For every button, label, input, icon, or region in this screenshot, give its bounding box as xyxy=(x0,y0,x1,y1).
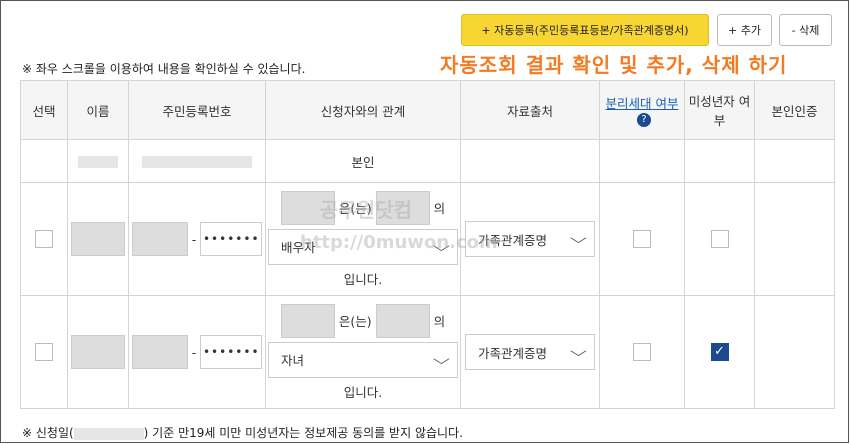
applicant-name-field[interactable] xyxy=(375,190,430,225)
redacted-name xyxy=(78,156,118,168)
table-header: 선택 이름 주민등록번호 신청자와의 관계 자료출처 분리세대 여부? 미성년자… xyxy=(20,80,835,140)
table-row: - ••••••• 은(는) 의 배우자 ⌵ 입니다. 가족관계증명 ⌵ xyxy=(20,182,835,296)
overlay-caption: 자동조회 결과 확인 및 추가, 삭제 하기 xyxy=(440,53,788,77)
applicant-name-field[interactable] xyxy=(375,303,430,338)
redacted-date xyxy=(73,427,144,440)
footer-note: ※ 신청일() 기준 만19세 미만 미성년자는 정보제공 동의를 받지 않습니… xyxy=(22,426,463,440)
header-rrn: 주민등록번호 xyxy=(128,80,266,140)
connector-ui: 의 xyxy=(433,314,446,329)
relation-suffix: 입니다. xyxy=(343,271,383,287)
chevron-down-icon: ⌵ xyxy=(433,238,451,255)
add-button[interactable]: + 추가 xyxy=(717,14,772,46)
chevron-down-icon: ⌵ xyxy=(433,351,451,368)
source-select[interactable]: 가족관계증명 ⌵ xyxy=(465,334,595,370)
chevron-down-icon: ⌵ xyxy=(570,231,588,247)
header-select: 선택 xyxy=(20,80,68,140)
connector-ui: 의 xyxy=(433,201,446,216)
help-icon[interactable]: ? xyxy=(637,113,651,128)
header-source: 자료출처 xyxy=(460,80,600,140)
name-input[interactable] xyxy=(71,335,125,369)
rrn-front-input[interactable] xyxy=(131,222,188,256)
name-input[interactable] xyxy=(71,222,125,256)
separated-checkbox[interactable] xyxy=(633,230,651,248)
minor-checkbox[interactable]: ✓ xyxy=(710,343,729,361)
relation-select[interactable]: 배우자 ⌵ xyxy=(268,228,458,265)
delete-button[interactable]: - 삭제 xyxy=(779,14,832,46)
subject-name-field[interactable] xyxy=(280,190,335,225)
header-separated-label[interactable]: 분리세대 여부 xyxy=(606,96,679,111)
header-separated[interactable]: 분리세대 여부? xyxy=(599,80,685,140)
header-name: 이름 xyxy=(67,80,129,140)
relation-suffix: 입니다. xyxy=(343,384,383,400)
row-select-checkbox[interactable] xyxy=(35,230,53,248)
relation-select[interactable]: 자녀 ⌵ xyxy=(268,341,458,378)
rrn-back-masked[interactable]: ••••••• xyxy=(200,222,263,256)
rrn-front-input[interactable] xyxy=(131,335,188,369)
source-select[interactable]: 가족관계증명 ⌵ xyxy=(465,221,595,257)
redacted-rrn xyxy=(142,156,252,168)
chevron-down-icon: ⌵ xyxy=(570,344,588,360)
connector-eun: 은(는) xyxy=(338,201,372,216)
table-row: - ••••••• 은(는) 의 자녀 ⌵ 입니다. 가족관계증명 ⌵ ✓ xyxy=(20,295,835,409)
separated-checkbox[interactable] xyxy=(633,343,651,361)
family-table: 선택 이름 주민등록번호 신청자와의 관계 자료출처 분리세대 여부? 미성년자… xyxy=(20,80,835,409)
auto-register-button[interactable]: + 자동등록(주민등록표등본/가족관계증명서) xyxy=(461,14,709,46)
subject-name-field[interactable] xyxy=(280,303,335,338)
table-row: 본인 xyxy=(20,139,835,183)
relation-self: 본인 xyxy=(265,139,461,183)
connector-eun: 은(는) xyxy=(338,314,372,329)
header-minor: 미성년자 여부 xyxy=(684,80,755,140)
scroll-note: ※ 좌우 스크롤을 이용하여 내용을 확인하실 수 있습니다. xyxy=(22,62,306,76)
row-select-checkbox[interactable] xyxy=(35,343,53,361)
minor-checkbox[interactable] xyxy=(710,230,729,248)
header-relation: 신청자와의 관계 xyxy=(265,80,461,140)
header-auth: 본인인증 xyxy=(754,80,835,140)
rrn-back-masked[interactable]: ••••••• xyxy=(200,335,263,369)
